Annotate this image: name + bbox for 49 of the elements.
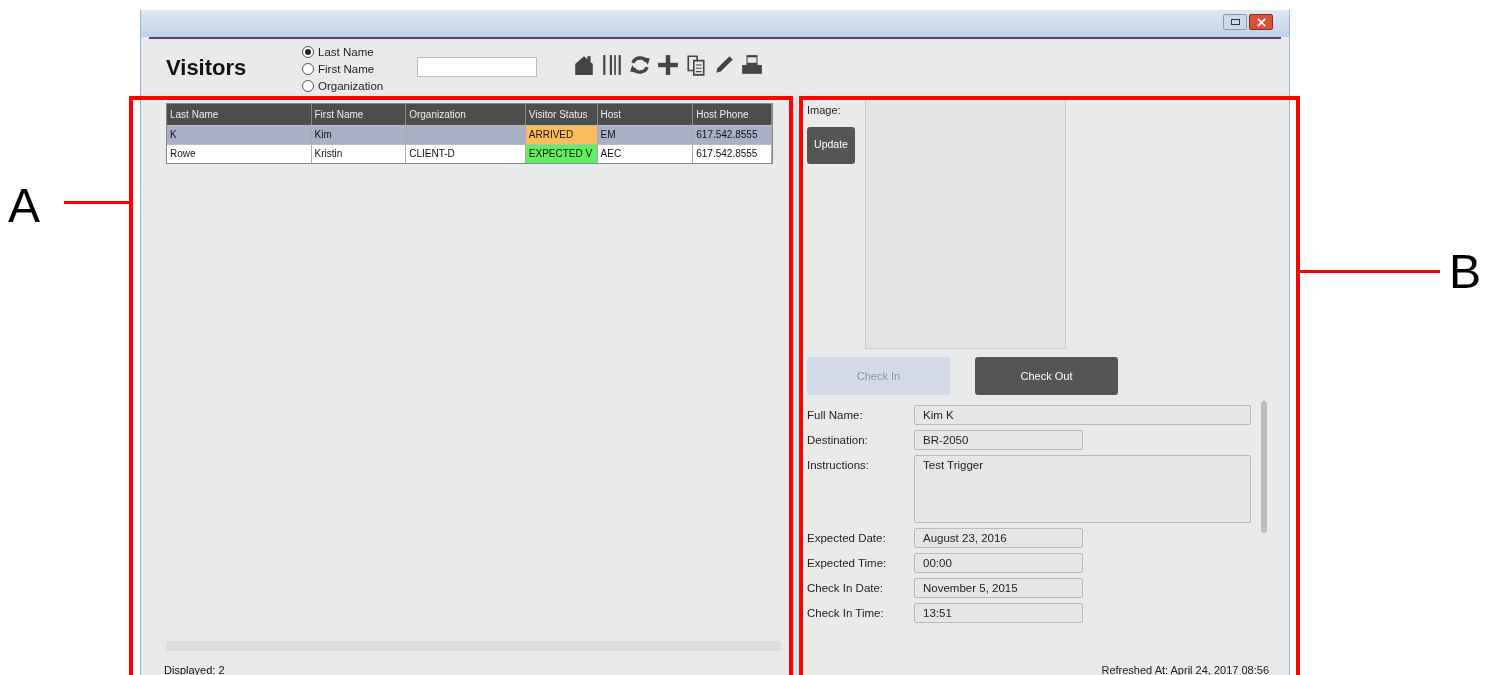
search-field[interactable] — [417, 57, 538, 77]
status-cell: EXPECTED V — [525, 145, 598, 163]
status-cell: ARRIVED — [525, 126, 598, 144]
update-button[interactable]: Update — [807, 126, 855, 164]
input-field[interactable]: BR-2050 — [914, 430, 1083, 450]
printer-icon[interactable] — [741, 54, 764, 76]
table-cell: CLIENT-D — [406, 145, 526, 163]
radio-button[interactable] — [302, 80, 314, 92]
input-field[interactable]: Kim K — [914, 405, 1251, 425]
vertical-scrollbar[interactable] — [1261, 401, 1267, 533]
pencil-icon[interactable] — [713, 54, 736, 76]
field-label: Check In Date: — [807, 581, 885, 596]
refresh-icon[interactable] — [629, 54, 652, 76]
callout-label: A — [8, 178, 40, 234]
image-label: Image: — [807, 103, 842, 118]
input-field[interactable]: November 5, 2015 — [914, 578, 1083, 598]
table-cell: Rowe — [167, 145, 312, 163]
radio-option[interactable]: First Name — [302, 61, 384, 77]
field-label: Expected Date: — [807, 531, 887, 546]
field-label: Destination: — [807, 433, 869, 448]
table-cell: AEC — [597, 145, 694, 163]
action-button[interactable]: Check Out — [975, 357, 1118, 395]
barcode-icon[interactable] — [601, 54, 624, 76]
house-icon[interactable] — [573, 54, 596, 76]
radio-button[interactable] — [302, 46, 314, 58]
table-cell: 617.542.8555 — [693, 145, 772, 163]
radio-button[interactable] — [302, 63, 314, 75]
field-label: Full Name: — [807, 408, 864, 423]
field-label: Expected Time: — [807, 556, 888, 571]
callout-label: B — [1449, 244, 1481, 300]
close-button[interactable] — [1249, 14, 1273, 30]
leader-line — [64, 201, 130, 204]
table-row[interactable]: Rowe Kristin CLIENT-D EXPECTED V AEC 617.542.8555 — [167, 144, 772, 163]
input-field[interactable]: August 23, 2016 — [914, 528, 1083, 548]
radio-option[interactable]: Organization — [302, 78, 384, 94]
copy-icon[interactable] — [685, 54, 708, 76]
field-label: Instructions: — [807, 458, 870, 473]
radio-option[interactable]: Last Name — [302, 44, 384, 60]
table-cell: Kristin — [311, 145, 407, 163]
restore-icon — [1230, 19, 1240, 25]
input-field[interactable]: Test Trigger — [914, 455, 1251, 523]
input-field[interactable]: 13:51 — [914, 603, 1083, 623]
page-title: Visitors — [166, 54, 248, 82]
table-row[interactable]: K Kim ARRIVED EM 617.542.8555 — [167, 125, 772, 144]
close-icon — [1256, 17, 1266, 27]
plus-icon[interactable] — [657, 54, 680, 76]
input-field[interactable]: 00:00 — [914, 553, 1083, 573]
field-label: Check In Time: — [807, 606, 885, 621]
restore-button[interactable] — [1223, 14, 1247, 30]
